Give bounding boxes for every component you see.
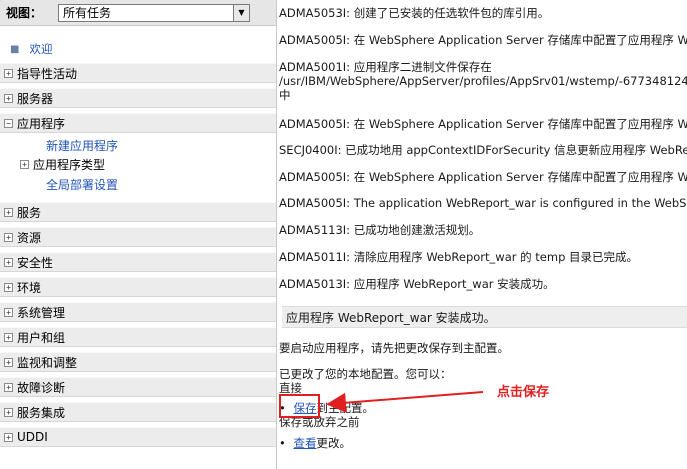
log-message: /usr/IBM/WebSphere/AppServer/profiles/Ap…	[279, 74, 687, 88]
expand-icon[interactable]: +	[4, 407, 13, 417]
nav-item-users-groups[interactable]: + 用户和组	[0, 327, 276, 347]
expand-icon[interactable]: +	[20, 159, 29, 169]
nav-item-label: 监视和调整	[17, 355, 78, 370]
view-select-value: 所有任务	[63, 6, 112, 20]
nav-item-label: 应用程序	[17, 116, 66, 131]
nav-item-service-integration[interactable]: + 服务集成	[0, 402, 276, 422]
log-message: ADMA5053I: 创建了已安装的任选软件包的库引用。	[279, 6, 550, 20]
welcome-link[interactable]: 欢迎	[29, 41, 52, 57]
install-log-panel: ADMA5053I: 创建了已安装的任选软件包的库引用。 ADMA5005I: …	[278, 0, 687, 469]
nav-item-label: 系统管理	[17, 305, 66, 320]
log-message: ADMA5005I: 在 WebSphere Application Serve…	[279, 170, 687, 184]
view-select[interactable]: 所有任务 ▼	[58, 3, 250, 22]
expand-icon[interactable]: +	[4, 68, 13, 78]
log-message: SECJ0400I: 已成功地用 appContextIDForSecurity…	[279, 143, 687, 157]
nav-item-servers[interactable]: + 服务器	[0, 88, 276, 108]
nav-item-label: 指导性活动	[17, 66, 78, 81]
nav-item-resources[interactable]: + 资源	[0, 227, 276, 247]
log-message: ADMA5013I: 应用程序 WebReport_war 安装成功。	[279, 277, 555, 291]
bullet-icon: •	[279, 436, 286, 450]
direct-text: 直接	[279, 381, 302, 395]
nav-item-label: 服务器	[17, 91, 54, 106]
new-application-link[interactable]: 新建应用程序	[46, 137, 118, 154]
nav-item-troubleshooting[interactable]: + 故障诊断	[0, 377, 276, 397]
expand-icon[interactable]: +	[4, 282, 13, 292]
changed-text: 已更改了您的本地配置。您可以：	[279, 367, 452, 381]
expand-icon[interactable]: +	[4, 307, 13, 317]
nav-subitem-application-types[interactable]: + 应用程序类型	[20, 156, 105, 172]
log-message: ADMA5001I: 应用程序二进制文件保存在	[279, 60, 492, 74]
log-message: ADMA5005I: 在 WebSphere Application Serve…	[279, 117, 687, 131]
nav-item-environment[interactable]: + 环境	[0, 277, 276, 297]
nav-item-label: 服务	[17, 205, 42, 220]
log-message: ADMA5113I: 已成功地创建激活规划。	[279, 223, 481, 237]
view-label: 视图：	[6, 6, 43, 20]
bullet-icon: ■	[10, 43, 20, 55]
expand-icon[interactable]: +	[4, 207, 13, 217]
expand-icon[interactable]: +	[4, 232, 13, 242]
nav-item-guided-activities[interactable]: + 指导性活动	[0, 63, 276, 83]
expand-icon[interactable]: +	[4, 382, 13, 392]
nav-item-security[interactable]: + 安全性	[0, 252, 276, 272]
welcome-item[interactable]: ■ 欢迎	[10, 41, 52, 57]
nav-item-label: 故障诊断	[17, 380, 66, 395]
annotation-label: 点击保存	[497, 385, 550, 400]
expand-icon[interactable]: +	[4, 332, 13, 342]
nav-item-label: 环境	[17, 280, 42, 295]
log-message: ADMA5005I: The application WebReport_war…	[279, 196, 687, 210]
log-message: 中	[279, 88, 291, 102]
nav-item-label: 资源	[17, 230, 42, 245]
review-line: • 查看更改。	[279, 436, 351, 450]
log-message: ADMA5005I: 在 WebSphere Application Serve…	[279, 33, 687, 47]
nav-item-system-admin[interactable]: + 系统管理	[0, 302, 276, 322]
expand-icon[interactable]: +	[4, 257, 13, 267]
global-deployment-link[interactable]: 全局部署设置	[46, 176, 118, 193]
success-banner: 应用程序 WebReport_war 安装成功。	[282, 306, 687, 328]
expand-icon[interactable]: +	[4, 357, 13, 367]
chevron-down-icon[interactable]: ▼	[233, 4, 249, 21]
nav-subitem-new-application[interactable]: 新建应用程序	[46, 137, 118, 153]
nav-item-label: 安全性	[17, 255, 54, 270]
success-title: 应用程序 WebReport_war 安装成功。	[286, 310, 496, 325]
review-suffix: 更改。	[316, 436, 351, 450]
nav-item-applications[interactable]: − 应用程序	[0, 113, 276, 133]
collapse-icon[interactable]: −	[4, 118, 13, 128]
review-link[interactable]: 查看	[293, 436, 316, 450]
nav-item-label: 服务集成	[17, 405, 66, 420]
expand-icon[interactable]: +	[4, 93, 13, 103]
start-hint: 要启动应用程序，请先把更改保存到主配置。	[279, 341, 509, 355]
navigation-panel: 视图： 所有任务 ▼ ■ 欢迎 + 指导性活动 + 服务器 − 应用程序 新建应…	[0, 0, 277, 469]
save-highlight-box	[279, 394, 320, 418]
nav-item-uddi[interactable]: + UDDI	[0, 427, 276, 447]
expand-icon[interactable]: +	[4, 432, 13, 442]
application-types-label: 应用程序类型	[33, 157, 106, 172]
log-message: ADMA5011I: 清除应用程序 WebReport_war 的 temp 目…	[279, 250, 639, 264]
nav-item-label: 用户和组	[17, 330, 66, 345]
nav-item-label: UDDI	[17, 430, 48, 444]
nav-item-monitoring[interactable]: + 监视和调整	[0, 352, 276, 372]
save-suffix: 到主配置。	[316, 401, 374, 415]
nav-item-services[interactable]: + 服务	[0, 202, 276, 222]
view-bar: 视图： 所有任务 ▼	[0, 0, 276, 26]
nav-subitem-global-deployment[interactable]: 全局部署设置	[46, 176, 118, 192]
